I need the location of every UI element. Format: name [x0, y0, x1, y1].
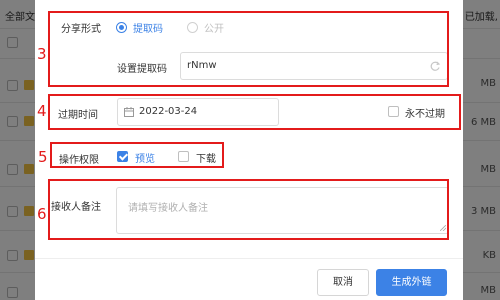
annotation-box-4: [48, 94, 461, 130]
annotation-box-5: [50, 142, 224, 168]
cancel-button[interactable]: 取消: [317, 269, 369, 296]
annotation-number-4: 4: [37, 102, 47, 120]
annotation-box-6: [48, 179, 449, 240]
annotation-box-3: [48, 11, 449, 87]
annotation-number-5: 5: [38, 148, 48, 166]
generate-link-button[interactable]: 生成外链: [376, 269, 447, 296]
annotation-number-6: 6: [37, 205, 47, 223]
footer-divider: [35, 258, 463, 259]
annotation-number-3: 3: [37, 45, 47, 63]
